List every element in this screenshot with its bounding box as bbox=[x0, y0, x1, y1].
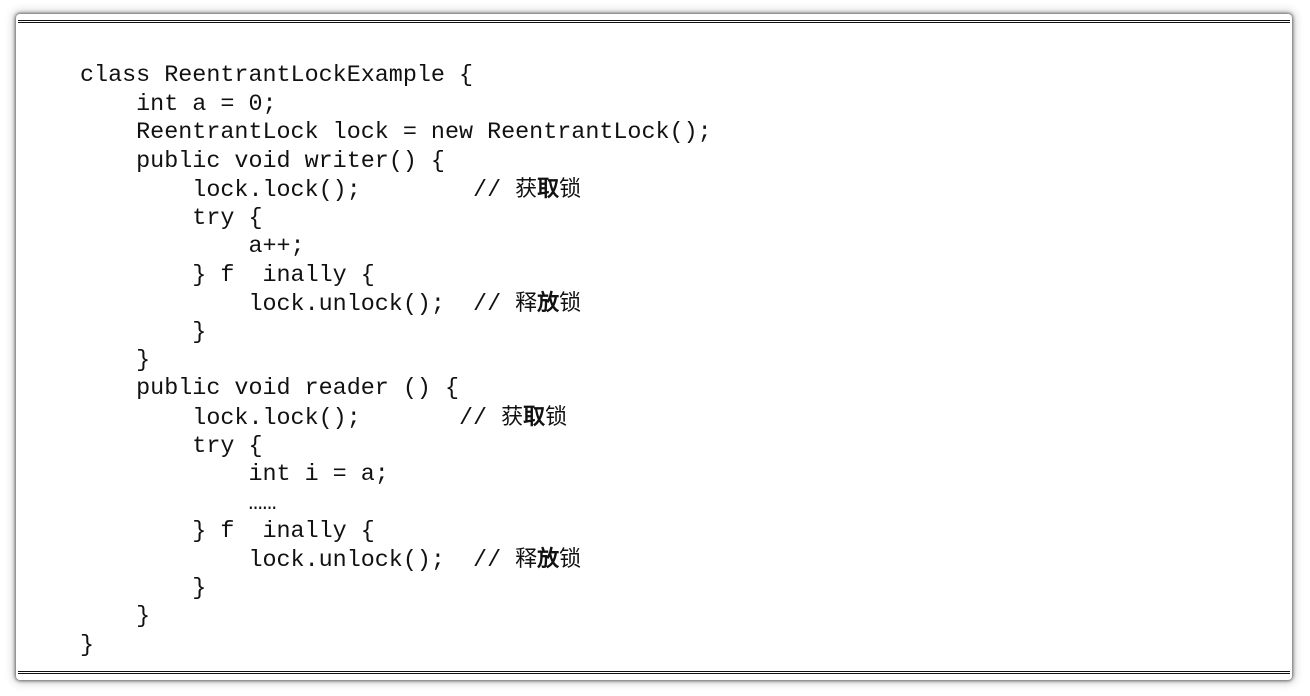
document-frame: class ReentrantLockExample { int a = 0; … bbox=[16, 14, 1292, 680]
code-line-6: try { bbox=[80, 206, 263, 232]
code-line-15: int i = a; bbox=[80, 462, 389, 488]
code-text: lock.unlock(); // bbox=[80, 548, 516, 574]
code-line-10: } bbox=[80, 320, 207, 346]
code-line-2: int a = 0; bbox=[80, 92, 277, 118]
code-line-3: ReentrantLock lock = new ReentrantLock()… bbox=[80, 120, 712, 146]
code-line-21: } bbox=[80, 633, 95, 659]
comment-char: 取 bbox=[523, 405, 546, 430]
code-text: lock.lock(); // bbox=[80, 178, 516, 204]
code-line-5: lock.lock(); // 获取锁 bbox=[80, 176, 581, 204]
comment-char: 获 bbox=[515, 177, 538, 202]
code-line-13: lock.lock(); // 获取锁 bbox=[80, 404, 567, 432]
comment-char: 放 bbox=[537, 291, 560, 316]
bottom-rule bbox=[18, 671, 1290, 674]
code-line-16: …… bbox=[80, 491, 277, 517]
comment-char: 锁 bbox=[559, 547, 582, 572]
code-line-19: } bbox=[80, 576, 207, 602]
comment-char: 获 bbox=[501, 405, 524, 430]
top-rule bbox=[18, 20, 1290, 23]
comment-char: 锁 bbox=[545, 405, 568, 430]
comment-char: 锁 bbox=[559, 291, 582, 316]
code-line-14: try { bbox=[80, 434, 263, 460]
code-line-18: lock.unlock(); // 释放锁 bbox=[80, 546, 581, 574]
code-line-17: } f inally { bbox=[80, 519, 375, 545]
comment-char: 释 bbox=[515, 291, 538, 316]
comment-char: 释 bbox=[515, 547, 538, 572]
code-line-11: } bbox=[80, 348, 151, 374]
code-text: lock.lock(); // bbox=[80, 406, 502, 432]
comment-char: 取 bbox=[537, 177, 560, 202]
comment-char: 锁 bbox=[559, 177, 582, 202]
code-line-20: } bbox=[80, 604, 151, 630]
code-text: lock.unlock(); // bbox=[80, 292, 516, 318]
code-line-12: public void reader () { bbox=[80, 376, 459, 402]
code-line-9: lock.unlock(); // 释放锁 bbox=[80, 290, 581, 318]
code-line-7: a++; bbox=[80, 234, 305, 260]
code-line-1: class ReentrantLockExample { bbox=[80, 63, 474, 89]
code-line-4: public void writer() { bbox=[80, 149, 445, 175]
comment-char: 放 bbox=[537, 547, 560, 572]
code-line-8: } f inally { bbox=[80, 263, 375, 289]
